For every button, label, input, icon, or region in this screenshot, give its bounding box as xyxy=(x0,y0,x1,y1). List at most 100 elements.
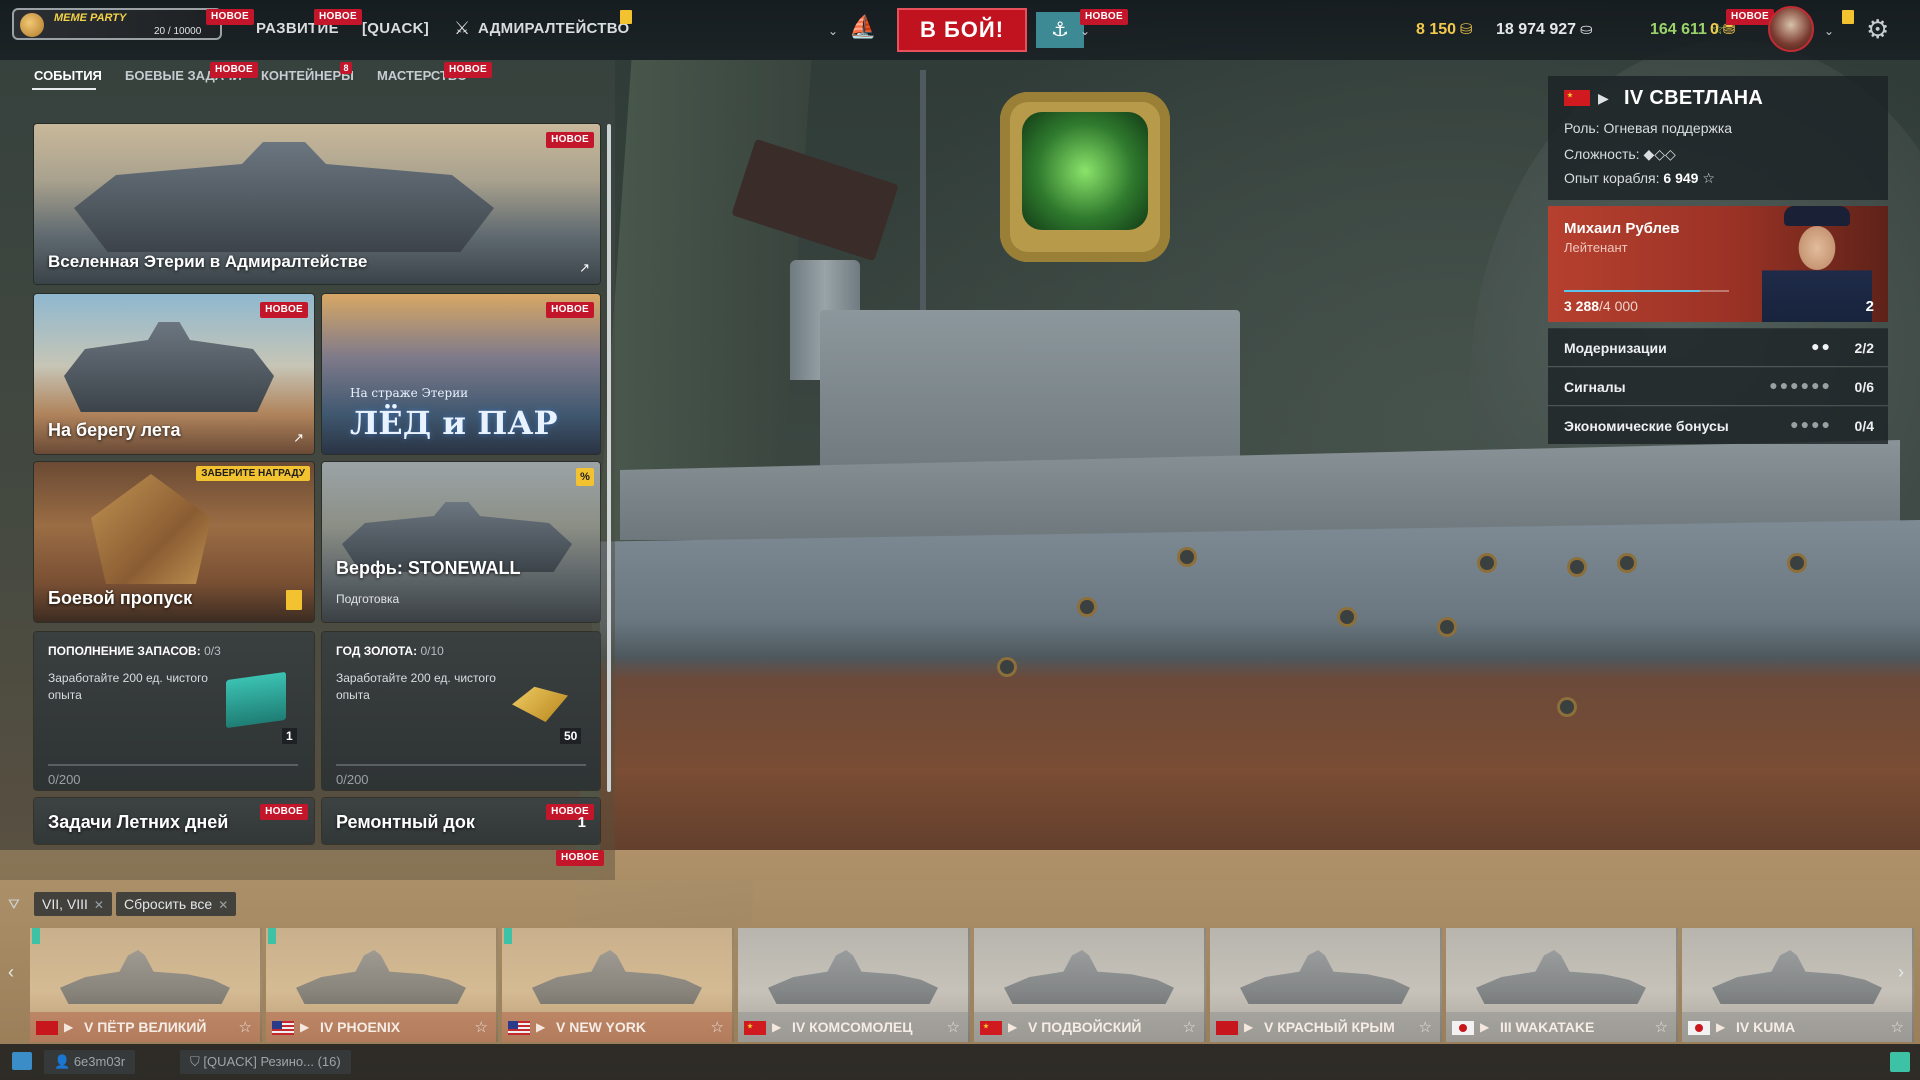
nation-flag-icon xyxy=(1564,90,1590,106)
favorite-star-icon[interactable]: ☆ xyxy=(947,1018,960,1036)
battle-button[interactable]: В БОЙ! xyxy=(897,8,1027,52)
reset-close-icon[interactable]: ✕ xyxy=(218,898,228,912)
commander-name: Михаил Рублев xyxy=(1564,220,1680,237)
division-chevron-icon[interactable]: ⌄ xyxy=(1080,24,1090,38)
signals-row[interactable]: Сигналы ●●●●●● 0/6 xyxy=(1548,367,1888,405)
doubloons-counter[interactable]: 8 150 ⛁ xyxy=(1416,20,1473,39)
task-card-gold-year[interactable]: ГОД ЗОЛОТА: 0/10 Заработайте 200 ед. чис… xyxy=(322,632,600,790)
profile-chevron-icon[interactable]: ⌄ xyxy=(1824,24,1834,38)
nation-flag-icon xyxy=(272,1021,294,1035)
credits-icon: ⛀ xyxy=(1580,21,1593,38)
remove-filter-icon[interactable]: ✕ xyxy=(94,898,104,912)
ship-info-panel: ▶ IV СВЕТЛАНА Роль: Огневая поддержка Сл… xyxy=(1548,76,1888,451)
repair-dock-title: Ремонтный док xyxy=(336,812,475,832)
clan-logo-button[interactable]: MEME PARTY 20 / 10000 xyxy=(12,8,222,40)
external-arrow-icon: ↗ xyxy=(293,430,304,445)
ship-card[interactable]: ▶ IV PHOENIX ☆ xyxy=(266,928,498,1042)
ship-card[interactable]: ▶ IV KUMA ☆ xyxy=(1682,928,1914,1042)
ship-card-name: V NEW YORK xyxy=(556,1019,646,1035)
event-card-battle-pass[interactable]: ЗАБЕРИТЕ НАГРАДУ Боевой пропуск xyxy=(34,462,314,622)
clan-emblem-icon xyxy=(20,13,44,37)
notifications-icon[interactable] xyxy=(1890,1052,1910,1072)
ship-tier: IV xyxy=(1624,87,1644,109)
economic-bonuses-row[interactable]: Экономические бонусы ●●●● 0/4 xyxy=(1548,406,1888,444)
favorite-star-icon[interactable]: ☆ xyxy=(1183,1018,1196,1036)
chat-tab-clan-label: [QUACK] Резино... (16) xyxy=(203,1054,341,1069)
ship-silhouette xyxy=(532,950,702,1004)
signals-count: 0/6 xyxy=(1854,379,1874,395)
ice-new-badge: НОВОЕ xyxy=(546,302,594,318)
ship-card[interactable]: ▶ V ПОДВОЙСКИЙ ☆ xyxy=(974,928,1206,1042)
bookmark-icon xyxy=(286,590,302,610)
ship-card-name: V ПОДВОЙСКИЙ xyxy=(1028,1019,1142,1035)
upgrades-dots: ●● xyxy=(1811,338,1832,354)
repair-dock-new-badge: НОВОЕ xyxy=(546,804,594,820)
favorite-star-icon[interactable]: ☆ xyxy=(1655,1018,1668,1036)
container-icon xyxy=(226,671,286,729)
ship-card-name: IV КОМСОМОЛЕЦ xyxy=(792,1019,913,1035)
ice-logo-title: ЛЁД и ПАР xyxy=(350,404,558,442)
free-xp-value: 164 611 xyxy=(1650,21,1707,38)
nav-admiralty[interactable]: АДМИРАЛТЕЙСТВО xyxy=(478,20,629,37)
reset-filters-chip[interactable]: Сбросить все ✕ xyxy=(116,892,237,916)
next-card-new-badge: НОВОЕ xyxy=(556,850,604,866)
favorite-star-icon[interactable]: ☆ xyxy=(475,1018,488,1036)
settings-gear-icon[interactable]: ⚙ xyxy=(1866,14,1889,45)
event-card-repair-dock[interactable]: НОВОЕ Ремонтный док 1 xyxy=(322,798,600,844)
clan-name: MEME PARTY xyxy=(54,12,127,24)
player-avatar[interactable] xyxy=(1768,6,1814,52)
favorite-star-icon[interactable]: ☆ xyxy=(711,1018,724,1036)
carousel-right-arrow-icon[interactable]: › xyxy=(1898,962,1904,983)
task-card-resupply[interactable]: ПОПОЛНЕНИЕ ЗАПАСОВ: 0/3 Заработайте 200 … xyxy=(34,632,314,790)
coal-value: 0 xyxy=(1710,21,1719,38)
chat-icon[interactable] xyxy=(12,1052,32,1070)
ship-card[interactable]: ▶ V ПЁТР ВЕЛИКИЙ ☆ xyxy=(30,928,262,1042)
ship-card[interactable]: ▶ V NEW YORK ☆ xyxy=(502,928,734,1042)
clan-counter: 20 / 10000 xyxy=(154,26,202,37)
ship-info-header: ▶ IV СВЕТЛАНА Роль: Огневая поддержка Сл… xyxy=(1548,76,1888,200)
credits-counter[interactable]: 18 974 927 ⛀ xyxy=(1496,20,1593,39)
summer-title: На берегу лета xyxy=(48,420,181,440)
event-card-summer[interactable]: НОВОЕ На берегу лета ↗ xyxy=(34,294,314,454)
events-scrollbar[interactable] xyxy=(607,124,611,792)
upgrades-count: 2/2 xyxy=(1854,340,1874,356)
gold-year-progress: 0/10 xyxy=(420,644,444,658)
tab-events[interactable]: СОБЫТИЯ xyxy=(34,68,102,83)
favorite-star-icon[interactable]: ☆ xyxy=(239,1018,252,1036)
chat-bar: 👤 6e3m03r ⛉ [QUACK] Резино... (16) xyxy=(0,1044,1920,1080)
tier-filter-chip[interactable]: VII, VIII ✕ xyxy=(34,892,112,916)
ice-logo-subtitle: На страже Этерии xyxy=(350,386,469,400)
ship-class-icon: ▶ xyxy=(1244,1020,1254,1034)
favorite-star-icon[interactable]: ☆ xyxy=(1419,1018,1432,1036)
event-card-shipyard[interactable]: % Верфь: STONEWALL Подготовка xyxy=(322,462,600,622)
favorite-star-icon[interactable]: ☆ xyxy=(1891,1018,1904,1036)
battle-mode-icon[interactable]: ⛵ xyxy=(846,14,880,44)
event-card-eteria[interactable]: НОВОЕ Вселенная Этерии в Адмиралтействе … xyxy=(34,124,600,284)
containers-count-badge: 8 xyxy=(340,62,352,74)
filter-funnel-icon[interactable]: ⛛ xyxy=(8,896,30,914)
ship-silhouette xyxy=(1476,950,1646,1004)
shipyard-subtitle: Подготовка xyxy=(336,592,400,606)
chat-tab-private[interactable]: 👤 6e3m03r xyxy=(44,1050,136,1074)
nav-clan[interactable]: [QUACK] xyxy=(362,20,429,37)
event-card-summer-tasks[interactable]: НОВОЕ Задачи Летних дней xyxy=(34,798,314,844)
shield-icon: ⛉ xyxy=(190,1054,204,1069)
commander-xp-bar xyxy=(1564,290,1729,292)
upgrades-row[interactable]: Модернизации ●● 2/2 xyxy=(1548,328,1888,366)
event-card-ice-and-steam[interactable]: НОВОЕ На страже Этерии ЛЁД и ПАР xyxy=(322,294,600,454)
cruiser-art xyxy=(64,322,274,412)
ship-card[interactable]: ▶ III WAKATAKE ☆ xyxy=(1446,928,1678,1042)
eteria-new-badge: НОВОЕ xyxy=(546,132,594,148)
chat-tab-clan[interactable]: ⛉ [QUACK] Резино... (16) xyxy=(180,1050,351,1074)
ship-silhouette xyxy=(1004,950,1174,1004)
claim-reward-badge: ЗАБЕРИТЕ НАГРАДУ xyxy=(196,466,310,481)
division-button[interactable]: ⚓ xyxy=(1036,12,1084,48)
ship-card[interactable]: ▶ V КРАСНЫЙ КРЫМ ☆ xyxy=(1210,928,1442,1042)
reset-filters-label: Сбросить все xyxy=(124,896,213,912)
ship-card-name: IV KUMA xyxy=(1736,1019,1796,1035)
ship-class-icon: ▶ xyxy=(1716,1020,1726,1034)
ship-card[interactable]: ▶ IV КОМСОМОЛЕЦ ☆ xyxy=(738,928,970,1042)
mode-dropdown-chevron-icon[interactable]: ⌄ xyxy=(828,24,838,38)
commander-card[interactable]: Михаил Рублев Лейтенант 3 288/4 000 2 xyxy=(1548,206,1888,322)
cruiser-class-icon: ▶ xyxy=(1598,90,1609,106)
